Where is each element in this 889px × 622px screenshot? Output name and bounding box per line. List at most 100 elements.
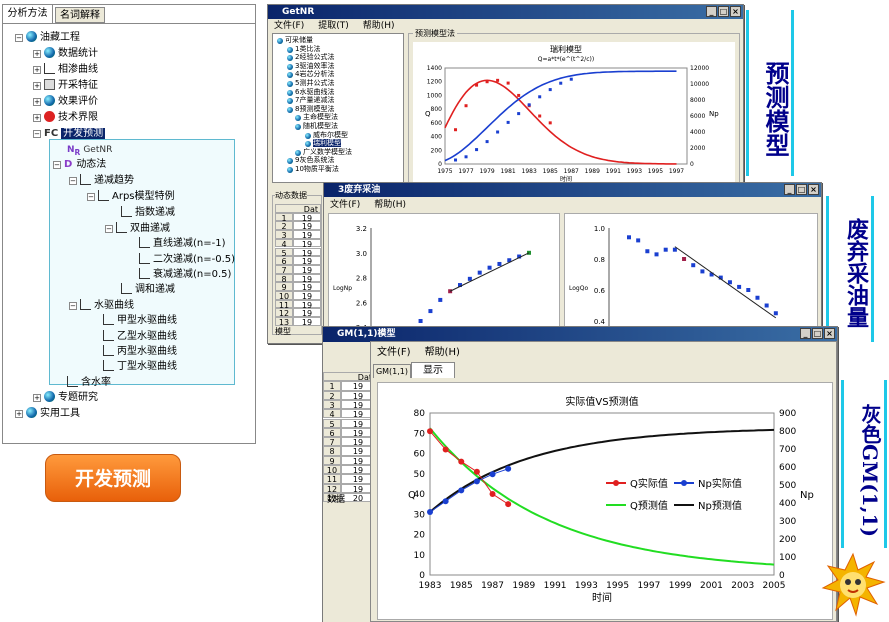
expand-icon[interactable]: + bbox=[33, 394, 41, 402]
getnr-tree-item[interactable]: 9灰色系统法 bbox=[287, 156, 334, 165]
getnr-tree-item[interactable]: 5测井公式法 bbox=[287, 79, 334, 87]
data-point bbox=[672, 247, 677, 252]
close-button[interactable]: × bbox=[730, 6, 741, 17]
dev-predict-button[interactable]: 开发预测 bbox=[45, 454, 181, 502]
minimize-button[interactable]: _ bbox=[706, 6, 717, 17]
tree-item-attenuation-decline[interactable]: 衰减递减(n=0.5) bbox=[139, 267, 231, 282]
tree-item-tools[interactable]: + 实用工具 bbox=[15, 406, 80, 421]
y-axis-label: Q bbox=[425, 110, 431, 118]
tree-item-dynamic[interactable]: − D 动态法 bbox=[53, 157, 106, 172]
tree-item-type-a[interactable]: 甲型水驱曲线 bbox=[103, 313, 177, 328]
getnr-tree-item[interactable]: 威布尔模型 bbox=[305, 131, 348, 139]
tree-item-harmonic[interactable]: 调和递减 bbox=[121, 282, 175, 297]
tree-item-limits[interactable]: + 技术界限 bbox=[33, 110, 98, 125]
maximize-button[interactable]: □ bbox=[718, 6, 729, 17]
data-grid[interactable]: Dat 1 19 2 19 3 19 4 19 5 19 6 19 7 19 8 19 9 19 10 19 11 19 12… bbox=[275, 204, 321, 327]
expand-icon[interactable]: + bbox=[33, 82, 41, 90]
getnr-tree-item[interactable]: 2经验公式法 bbox=[287, 53, 334, 62]
grid-tab[interactable]: 模型 bbox=[275, 326, 291, 337]
tree-item-features[interactable]: + 开采特征 bbox=[33, 78, 98, 93]
menu-file[interactable]: 文件(F) bbox=[274, 21, 304, 31]
grid-cell[interactable]: 19 bbox=[293, 291, 321, 301]
getnr-tree-item[interactable]: 可采储量 bbox=[277, 36, 313, 44]
tree-item-topics[interactable]: + 专题研究 bbox=[33, 390, 98, 405]
collapse-icon[interactable]: − bbox=[69, 177, 77, 185]
tree-item-stats[interactable]: + 数据统计 bbox=[33, 46, 98, 61]
close-button[interactable]: × bbox=[808, 184, 819, 195]
tree-item-decline-trend[interactable]: − 递减趋势 bbox=[69, 173, 134, 188]
expand-icon[interactable]: + bbox=[33, 98, 41, 106]
collapse-icon[interactable]: − bbox=[87, 193, 95, 201]
getnr-tree-item[interactable]: 8预测模型法 bbox=[287, 105, 334, 113]
grid-cell[interactable]: 19 bbox=[293, 256, 321, 266]
grid-cell[interactable]: 19 bbox=[293, 317, 321, 327]
tree-item-dev-predict[interactable]: − FC 开发预测 bbox=[33, 126, 106, 141]
getnr-tree-item[interactable]: 10物质平衡法 bbox=[287, 165, 339, 173]
tree-item-type-b[interactable]: 乙型水驱曲线 bbox=[103, 329, 177, 344]
menu-help[interactable]: 帮助(H) bbox=[374, 200, 406, 210]
grid-cell[interactable]: 19 bbox=[293, 230, 321, 240]
menu-help[interactable]: 帮助(H) bbox=[425, 347, 460, 358]
menu-file[interactable]: 文件(F) bbox=[330, 200, 360, 210]
maximize-button[interactable]: □ bbox=[812, 328, 823, 339]
menu-bar: 文件(F) 帮助(H) bbox=[371, 346, 836, 360]
grid-cell[interactable]: 19 bbox=[293, 247, 321, 258]
collapse-icon[interactable]: − bbox=[33, 130, 41, 138]
tree-item-type-d[interactable]: 丁型水驱曲线 bbox=[103, 359, 177, 374]
y-tick-label: 0 bbox=[438, 161, 442, 168]
tree-item-exponential[interactable]: 指数递减 bbox=[121, 205, 175, 220]
tab-gm[interactable]: GM(1,1) bbox=[373, 364, 411, 378]
close-button[interactable]: × bbox=[824, 328, 835, 339]
getnr-tree-item[interactable]: 广义数学模型法 bbox=[295, 148, 352, 156]
grid-cell[interactable]: 19 bbox=[293, 273, 321, 284]
grid-cell[interactable]: 19 bbox=[293, 308, 321, 318]
grid-cell[interactable]: 19 bbox=[293, 221, 321, 231]
tree-item-relperm[interactable]: + 相渗曲线 bbox=[33, 62, 98, 77]
grid-cell[interactable]: 19 bbox=[293, 238, 321, 249]
tree-item-arps[interactable]: − Arps模型特例 bbox=[87, 189, 175, 204]
getnr-tree-item[interactable]: 6水驱曲线法 bbox=[287, 88, 334, 96]
tree-label: 相渗曲线 bbox=[58, 64, 98, 75]
tree-item-water-cut[interactable]: 含水率 bbox=[67, 375, 111, 390]
collapse-icon[interactable]: − bbox=[53, 161, 61, 169]
getnr-tree-item[interactable]: 主命模型法 bbox=[295, 113, 338, 122]
menu-help[interactable]: 帮助(H) bbox=[363, 21, 395, 31]
tree-item-type-c[interactable]: 丙型水驱曲线 bbox=[103, 344, 177, 359]
y-tick-label: 800 bbox=[431, 106, 443, 113]
getnr-tree-item[interactable]: 瑞利模型 bbox=[305, 139, 341, 148]
grid-cell[interactable]: 19 bbox=[293, 299, 321, 310]
getnr-tree-item[interactable]: 1类比法 bbox=[287, 45, 320, 53]
grid-cell[interactable]: 19 bbox=[293, 264, 321, 275]
menu-file[interactable]: 文件(F) bbox=[377, 347, 411, 358]
grid-tab[interactable]: 数据 bbox=[327, 492, 345, 505]
data-grid[interactable]: Dat 1 19 2 19 3 19 4 19 5 19 6 19 7 19 8 19 9 19 10 19 11 19 12… bbox=[323, 372, 375, 503]
getnr-tree-item[interactable]: 3驱油效率法 bbox=[287, 62, 334, 70]
tree-item-water-drive[interactable]: − 水驱曲线 bbox=[69, 298, 134, 313]
tree-item-linear-decline[interactable]: 直线递减(n=-1) bbox=[139, 236, 226, 251]
collapse-icon[interactable]: − bbox=[69, 302, 77, 310]
menu-extract[interactable]: 提取(T) bbox=[318, 21, 349, 31]
getnr-tree-item[interactable]: 随机模型法 bbox=[295, 122, 338, 130]
expand-icon[interactable]: + bbox=[33, 66, 41, 74]
menu-bar: 文件(F) 提取(T) 帮助(H) bbox=[268, 19, 743, 33]
expand-icon[interactable]: + bbox=[15, 410, 23, 418]
getnr-tree-item[interactable]: 4岩芯分析法 bbox=[287, 70, 334, 79]
getnr-tree-item[interactable]: 7产量递减法 bbox=[287, 96, 334, 105]
maximize-button[interactable]: □ bbox=[796, 184, 807, 195]
tree-item-hyperbolic[interactable]: − 双曲递减 bbox=[105, 221, 170, 236]
grid-row-number: 3 bbox=[323, 399, 341, 410]
collapse-icon[interactable]: − bbox=[105, 225, 113, 233]
tree-item-quadratic-decline[interactable]: 二次递减(n=-0.5) bbox=[139, 252, 235, 267]
expand-icon[interactable]: + bbox=[33, 114, 41, 122]
globe-icon bbox=[277, 38, 283, 44]
grid-cell[interactable]: 19 bbox=[293, 212, 321, 223]
minimize-button[interactable]: _ bbox=[784, 184, 795, 195]
tree-item-reservoir[interactable]: − 油藏工程 bbox=[15, 30, 80, 45]
collapse-icon[interactable]: − bbox=[15, 34, 23, 42]
q-actual-point bbox=[473, 468, 480, 475]
tree-item-evaluation[interactable]: + 效果评价 bbox=[33, 94, 98, 109]
minimize-button[interactable]: _ bbox=[800, 328, 811, 339]
tab-display[interactable]: 显示 bbox=[411, 362, 455, 378]
expand-icon[interactable]: + bbox=[33, 50, 41, 58]
grid-cell[interactable]: 19 bbox=[293, 282, 321, 292]
